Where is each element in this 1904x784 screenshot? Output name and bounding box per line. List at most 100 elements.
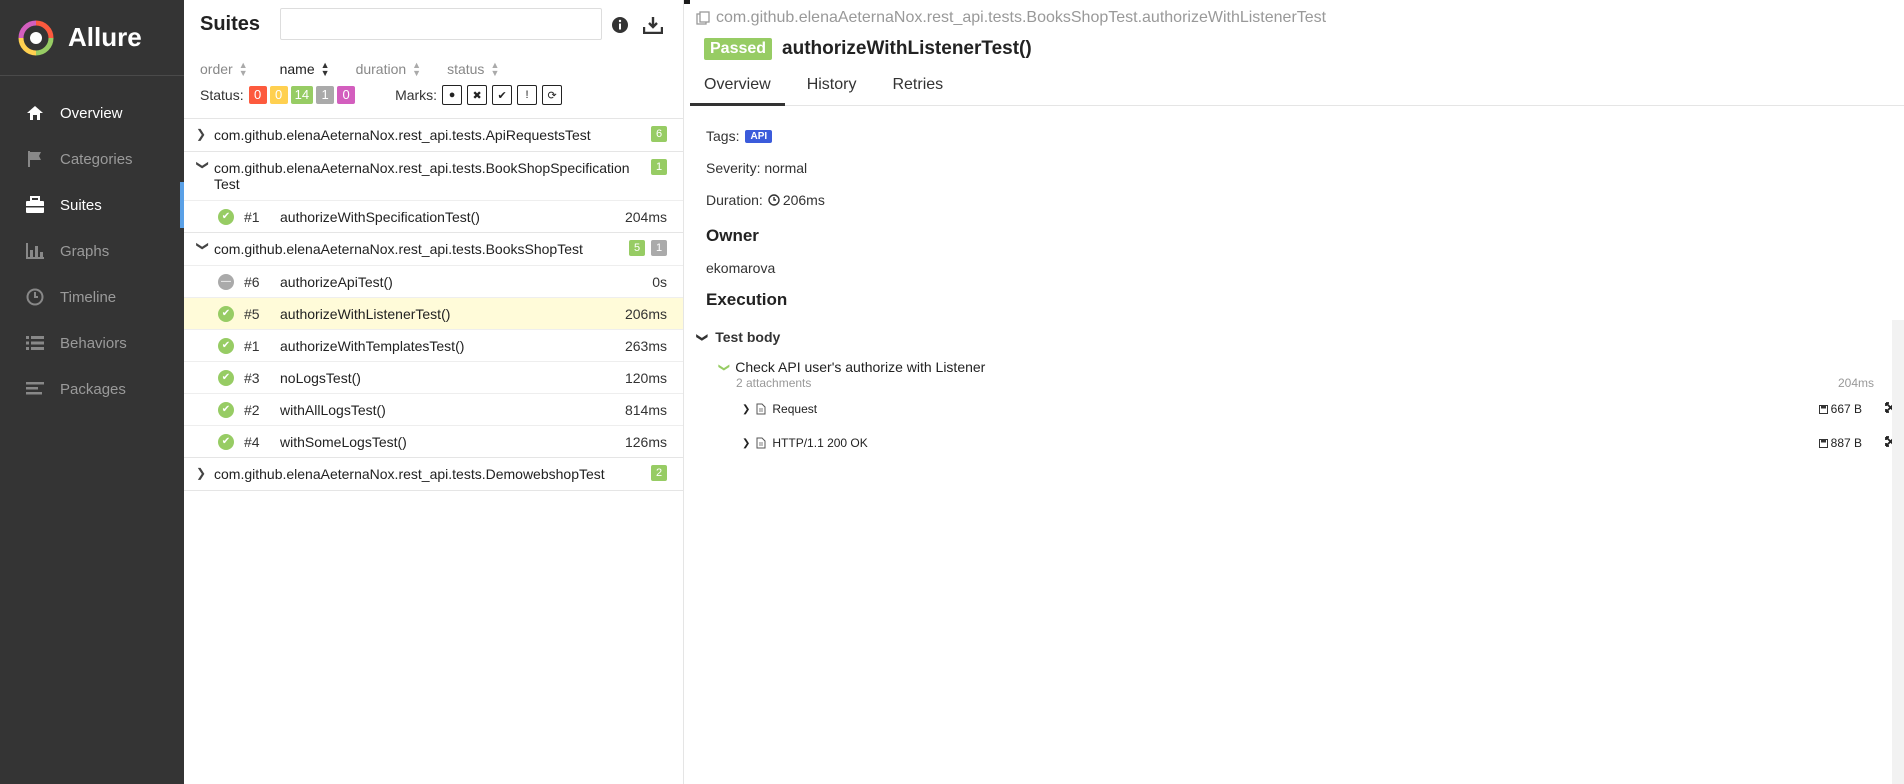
sidebar-item-label: Suites <box>60 196 102 214</box>
test-order: #6 <box>244 273 260 290</box>
status-skipped-toggle[interactable]: 1 <box>316 86 335 104</box>
test-row[interactable]: ✔ #1 authorizeWithSpecificationTest() 20… <box>184 200 683 232</box>
scrollbar[interactable] <box>1892 320 1904 784</box>
tags-line: Tags: API <box>706 120 1904 152</box>
passed-count-badge: 2 <box>651 465 667 481</box>
marks-label: Marks: <box>395 87 438 103</box>
list-icon <box>24 332 46 354</box>
suite-badges: 6 <box>648 126 667 142</box>
test-title-row: Passed authorizeWithListenerTest() <box>690 38 1904 60</box>
test-name: authorizeWithSpecificationTest() <box>280 208 480 225</box>
test-duration: 814ms <box>624 401 667 418</box>
sidebar-item-packages[interactable]: Packages <box>0 366 184 412</box>
status-passed-toggle[interactable]: 14 <box>290 86 314 104</box>
attachment-size-value: 887 B <box>1830 436 1862 450</box>
sort-name[interactable]: name ▲ ▼ <box>280 59 330 78</box>
sidebar-item-graphs[interactable]: Graphs <box>0 228 184 274</box>
home-icon <box>24 102 46 124</box>
new-broken-mark-icon[interactable]: ! <box>517 85 538 105</box>
tab-retries[interactable]: Retries <box>892 74 943 105</box>
page-title: authorizeWithListenerTest() <box>782 38 1032 59</box>
test-body-toggle[interactable]: ❯ Test body <box>696 324 1904 350</box>
suite-group-header[interactable]: ❯ com.github.elenaAeternaNox.rest_api.te… <box>184 233 683 265</box>
suite-name: com.github.elenaAeternaNox.rest_api.test… <box>214 127 591 143</box>
sidebar-item-categories[interactable]: Categories <box>0 136 184 182</box>
brand[interactable]: Allure <box>0 0 184 76</box>
owner-value: ekomarova <box>706 260 776 276</box>
chevron-right-icon: ❯ <box>196 127 207 141</box>
sidebar-item-overview[interactable]: Overview <box>0 90 184 136</box>
test-row[interactable]: ✔ #4 withSomeLogsTest() 126ms <box>184 425 683 457</box>
sort-status[interactable]: status ▲ ▼ <box>447 59 500 78</box>
test-order: #4 <box>244 433 260 450</box>
sidebar-item-suites[interactable]: Suites <box>0 182 184 228</box>
tab-overview[interactable]: Overview <box>690 74 785 106</box>
new-passed-mark-icon[interactable]: ✔ <box>492 85 513 105</box>
severity-line: Severity: normal <box>706 160 808 176</box>
skipped-count-badge: 1 <box>651 240 667 256</box>
suites-header: Suites <box>184 0 683 48</box>
test-row[interactable]: ✔ #1 authorizeWithTemplatesTest() 263ms <box>184 329 683 361</box>
attachment-row[interactable]: ❯ HTTP/1.1 200 OK 887 B <box>742 426 1904 460</box>
file-icon <box>756 437 766 449</box>
save-icon <box>1818 438 1828 448</box>
suite-name: com.github.elenaAeternaNox.rest_api.test… <box>214 466 605 482</box>
test-body-label: Test body <box>715 329 781 345</box>
passed-status-icon: ✔ <box>218 305 234 322</box>
sort-order[interactable]: order ▲ ▼ <box>200 60 248 77</box>
passed-count-badge: 6 <box>651 126 667 142</box>
test-duration: 206ms <box>624 305 667 322</box>
attachment-name: Request <box>772 402 818 416</box>
test-row[interactable]: — #6 authorizeApiTest() 0s <box>184 265 683 297</box>
copy-icon[interactable] <box>696 11 710 25</box>
status-unknown-toggle[interactable]: 0 <box>337 86 356 104</box>
info-icon[interactable] <box>611 16 629 37</box>
new-failed-mark-icon[interactable]: ✖ <box>467 85 488 105</box>
chevron-right-icon: ❯ <box>196 466 207 480</box>
execution-heading: Execution <box>706 290 788 309</box>
chevron-down-icon: ❯ <box>718 362 731 372</box>
test-duration: 263ms <box>624 337 667 354</box>
skipped-status-icon: — <box>218 273 234 290</box>
test-name: noLogsTest() <box>280 369 361 386</box>
sidebar-item-behaviors[interactable]: Behaviors <box>0 320 184 366</box>
suite-group: ❯ com.github.elenaAeternaNox.rest_api.te… <box>184 233 683 458</box>
status-failed-toggle[interactable]: 0 <box>248 86 267 104</box>
suite-group-header[interactable]: ❯ com.github.elenaAeternaNox.rest_api.te… <box>184 458 683 490</box>
retries-mark-icon[interactable]: ⟳ <box>542 85 563 105</box>
test-row-selected[interactable]: ✔ #5 authorizeWithListenerTest() 206ms <box>184 297 683 329</box>
duration-label: Duration: <box>706 192 763 208</box>
step-header[interactable]: ❯ Check API user's authorize with Listen… <box>718 358 1904 376</box>
chevron-right-icon: ❯ <box>742 437 751 449</box>
breadcrumb: com.github.elenaAeternaNox.rest_api.test… <box>690 0 1904 26</box>
suite-badges: 5 1 <box>626 240 667 256</box>
attachment-row[interactable]: ❯ Request 667 B <box>742 392 1904 426</box>
step-meta: 2 attachments 204ms <box>736 376 1904 392</box>
test-row[interactable]: ✔ #3 noLogsTest() 120ms <box>184 361 683 393</box>
test-row[interactable]: ✔ #2 withAllLogsTest() 814ms <box>184 393 683 425</box>
passed-count-badge: 1 <box>651 159 667 175</box>
search-input[interactable] <box>280 8 603 40</box>
attachment-size-value: 667 B <box>1830 402 1862 416</box>
sort-arrows-icon: ▲ ▼ <box>490 59 500 78</box>
tab-history[interactable]: History <box>807 74 857 105</box>
duration-line: Duration: 206ms <box>706 184 1904 216</box>
sort-duration[interactable]: duration ▲ ▼ <box>356 60 422 77</box>
chevron-down-icon: ❯ <box>196 241 210 252</box>
test-detail-pane: com.github.elenaAeternaNox.rest_api.test… <box>690 0 1904 784</box>
sidebar-item-timeline[interactable]: Timeline <box>0 274 184 320</box>
tags-label: Tags: <box>706 128 740 144</box>
step-attachments-count: 2 attachments <box>736 376 812 390</box>
flaky-mark-icon[interactable]: ● <box>442 85 463 105</box>
suite-name: com.github.elenaAeternaNox.rest_api.test… <box>214 160 630 192</box>
passed-status-icon: ✔ <box>218 433 234 450</box>
passed-status-icon: ✔ <box>218 208 234 225</box>
sort-arrows-icon: ▲ ▼ <box>320 59 330 78</box>
suite-group-header[interactable]: ❯ com.github.elenaAeternaNox.rest_api.te… <box>184 119 683 151</box>
download-icon[interactable] <box>642 16 664 37</box>
status-broken-toggle[interactable]: 0 <box>269 86 288 104</box>
sort-row: order ▲ ▼ name ▲ ▼ duration ▲ ▼ status ▲ ▼ <box>184 58 683 80</box>
test-duration: 204ms <box>624 208 667 225</box>
duration-value: 206ms <box>782 192 825 208</box>
suite-group-header[interactable]: ❯ com.github.elenaAeternaNox.rest_api.te… <box>184 152 683 200</box>
